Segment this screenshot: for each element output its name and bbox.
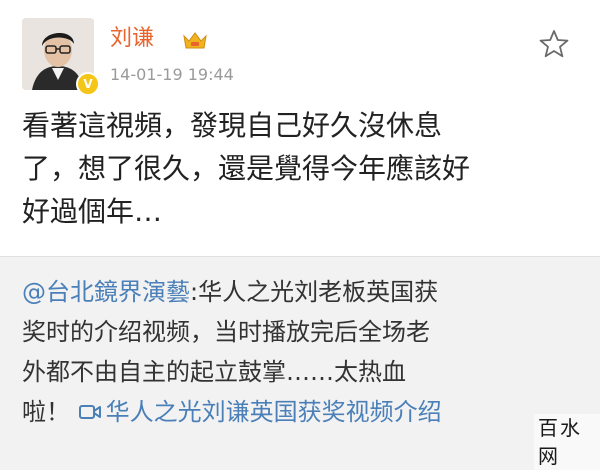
- user-name[interactable]: 刘谦: [110, 24, 154, 54]
- post-text: 看著這視頻，發現自己好久沒休息 了，想了很久，還是覺得今年應該好 好過個年…: [22, 104, 582, 233]
- repost-line: @台北鏡界演藝:华人之光刘老板英国获: [22, 272, 592, 312]
- repost-line-text: 啦！: [22, 398, 70, 426]
- watermark: 百水网: [534, 414, 600, 470]
- mention-link[interactable]: @台北鏡界演藝: [22, 278, 190, 306]
- weibo-post-card: V 刘谦 14-01-19 19:44 看著這視頻，發現自己好久沒休息 了，想了…: [0, 0, 600, 256]
- video-camera-icon: [78, 405, 101, 419]
- post-line: 了，想了很久，還是覺得今年應該好: [22, 152, 471, 185]
- video-link-label: 华人之光刘谦英国获奖视频介绍: [105, 398, 442, 426]
- post-line: 好過個年…: [22, 195, 163, 228]
- repost-line: 外都不由自主的起立鼓掌……太热血: [22, 358, 406, 386]
- repost-line: 奖时的介绍视频，当时播放完后全场老: [22, 318, 430, 346]
- repost-line: 啦！ 华人之光刘谦英国获奖视频介绍: [22, 392, 592, 432]
- crown-icon: [183, 32, 207, 49]
- verified-badge-icon: V: [76, 72, 100, 96]
- post-line: 看著這視頻，發現自己好久沒休息: [22, 109, 443, 142]
- star-outline-icon[interactable]: [538, 28, 570, 60]
- repost-line-text: :华人之光刘老板英国获: [190, 278, 439, 306]
- video-link[interactable]: 华人之光刘谦英国获奖视频介绍: [78, 398, 442, 426]
- divider: [0, 256, 600, 257]
- repost-text: @台北鏡界演藝:华人之光刘老板英国获 奖时的介绍视频，当时播放完后全场老 外都不…: [22, 272, 592, 432]
- post-timestamp[interactable]: 14-01-19 19:44: [110, 64, 234, 86]
